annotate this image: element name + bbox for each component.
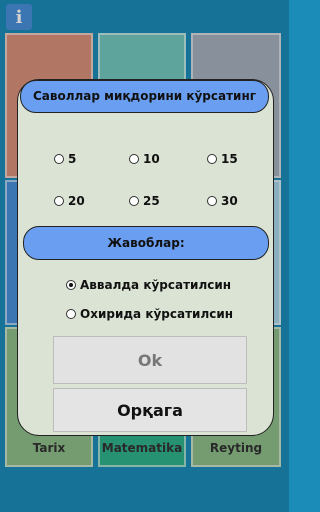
count-option-label: 5 [68, 152, 77, 166]
count-option-label: 25 [143, 194, 160, 208]
count-option-label: 15 [221, 152, 238, 166]
radio-icon [129, 196, 139, 206]
count-option-label: 20 [68, 194, 85, 208]
answer-option-last[interactable]: Охирида кўрсатилсин [66, 307, 233, 321]
radio-icon [207, 196, 217, 206]
radio-icon [54, 154, 64, 164]
radio-icon [207, 154, 217, 164]
count-option-20[interactable]: 20 [54, 194, 85, 208]
back-button[interactable]: Орқага [53, 388, 247, 432]
question-count-dialog: Саволлар миқдорини кўрсатинг 5 10 15 20 … [17, 79, 274, 436]
answer-option-first[interactable]: Аввалда кўрсатилсин [66, 278, 231, 292]
answers-header: Жавоблар: [23, 226, 269, 260]
count-option-25[interactable]: 25 [129, 194, 160, 208]
answer-option-label: Охирида кўрсатилсин [80, 307, 234, 321]
count-option-10[interactable]: 10 [129, 152, 160, 166]
radio-selected-icon [66, 280, 76, 290]
answer-option-label: Аввалда кўрсатилсин [80, 278, 232, 292]
radio-icon [66, 309, 76, 319]
dialog-title: Саволлар миқдорини кўрсатинг [20, 80, 269, 113]
radio-icon [129, 154, 139, 164]
count-option-label: 10 [143, 152, 160, 166]
count-option-30[interactable]: 30 [207, 194, 238, 208]
ok-button[interactable]: Ok [53, 336, 247, 384]
radio-icon [54, 196, 64, 206]
count-option-5[interactable]: 5 [54, 152, 76, 166]
count-option-label: 30 [221, 194, 238, 208]
count-option-15[interactable]: 15 [207, 152, 238, 166]
